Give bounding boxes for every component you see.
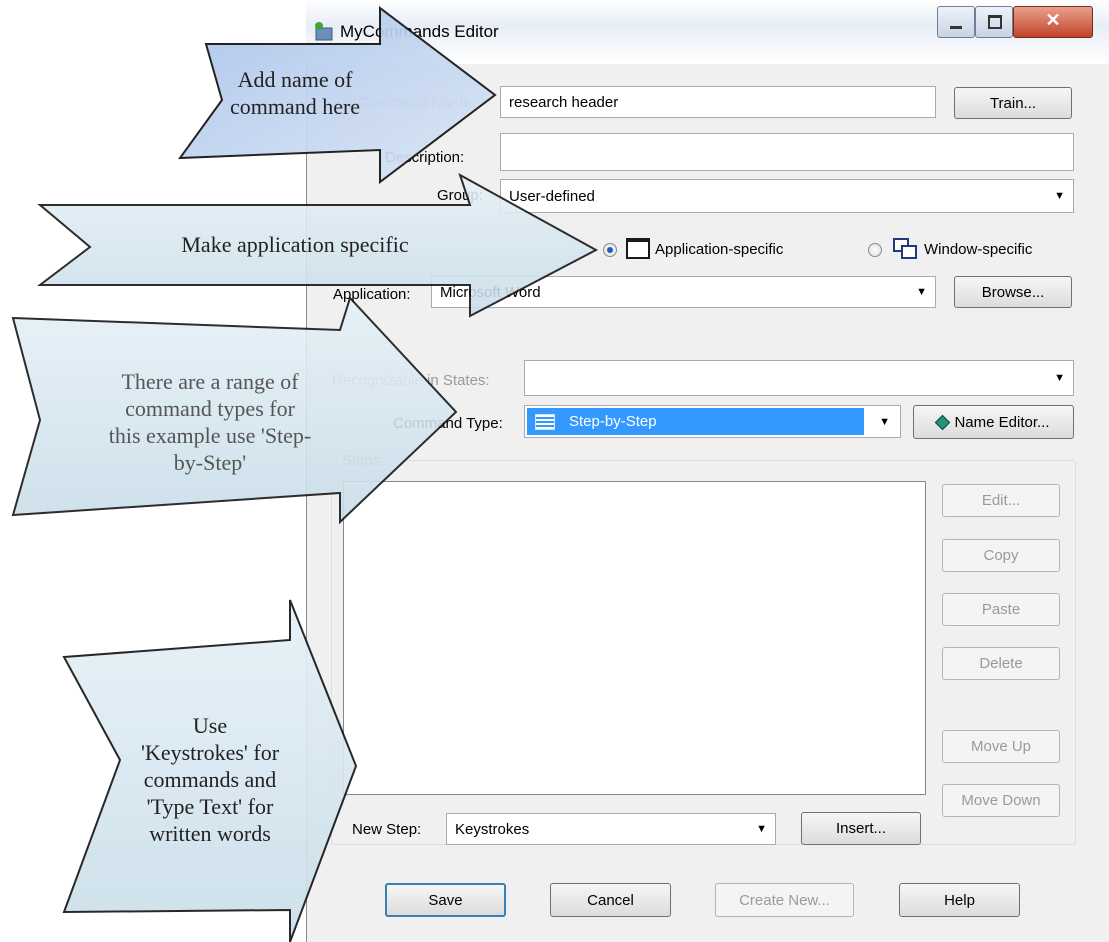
delete-button[interactable]: Delete: [942, 647, 1060, 680]
maximize-button[interactable]: [975, 6, 1013, 38]
callout-line: Use: [192, 713, 228, 738]
chevron-down-icon: ▼: [879, 415, 890, 428]
new-step-select[interactable]: Keystrokes ▼: [446, 813, 776, 845]
callout-line: command here: [229, 94, 361, 119]
command-type-value: Step-by-Step: [569, 413, 657, 430]
command-type-selection: Step-by-Step: [527, 408, 864, 435]
description-label: Description:: [385, 149, 465, 166]
callout-line: written words: [149, 821, 271, 846]
move-down-button[interactable]: Move Down: [942, 784, 1060, 817]
create-new-button[interactable]: Create New...: [715, 883, 854, 917]
chevron-down-icon: ▼: [1054, 190, 1065, 202]
window-specific-label[interactable]: Window-specific: [924, 241, 1032, 258]
callout-line: command types for: [125, 396, 295, 421]
callout-line: Make application specific: [181, 232, 409, 257]
callout-line: by-Step': [173, 450, 247, 475]
callout-line: There are a range of: [121, 369, 299, 394]
command-name-input[interactable]: research header: [500, 86, 936, 118]
diamond-icon: [935, 414, 951, 430]
save-button[interactable]: Save: [385, 883, 506, 917]
help-button[interactable]: Help: [899, 883, 1020, 917]
insert-button[interactable]: Insert...: [801, 812, 921, 845]
callout-line: 'Keystrokes' for: [140, 740, 280, 765]
name-editor-label: Name Editor...: [954, 413, 1050, 431]
recognizable-select[interactable]: ▼: [524, 360, 1074, 396]
maximize-icon: [988, 15, 1002, 29]
chevron-down-icon: ▼: [756, 823, 767, 835]
group-value: User-defined: [509, 187, 595, 205]
train-button[interactable]: Train...: [954, 87, 1072, 119]
close-icon: ✕: [1045, 10, 1061, 30]
window-title: MyCommands Editor: [340, 22, 499, 41]
window-specific-icon: [893, 238, 919, 260]
command-type-label: Command Type:: [393, 415, 503, 432]
group-label: Group:: [437, 187, 483, 204]
new-step-value: Keystrokes: [455, 820, 530, 838]
group-select[interactable]: User-defined ▼: [500, 179, 1074, 213]
application-label: Application:: [333, 286, 411, 303]
chevron-down-icon: ▼: [916, 286, 927, 298]
callout-keys-text: Use 'Keystrokes' for commands and 'Type …: [110, 712, 310, 847]
name-editor-button[interactable]: Name Editor...: [913, 405, 1074, 439]
app-icon: [312, 20, 334, 42]
application-specific-radio[interactable]: [603, 243, 617, 257]
callout-name-text: Add name of command here: [200, 66, 390, 120]
application-specific-label[interactable]: Application-specific: [655, 241, 783, 258]
steps-list[interactable]: [343, 481, 926, 795]
edit-button[interactable]: Edit...: [942, 484, 1060, 517]
description-input[interactable]: [500, 133, 1074, 171]
copy-button[interactable]: Copy: [942, 539, 1060, 572]
application-window-icon: [626, 238, 650, 259]
callout-line: 'Type Text' for: [146, 794, 274, 819]
callout-app-text: Make application specific: [100, 231, 490, 258]
application-value: Microsoft Word: [440, 283, 541, 301]
cancel-button[interactable]: Cancel: [550, 883, 671, 917]
close-button[interactable]: ✕: [1013, 6, 1093, 38]
minimize-button[interactable]: [937, 6, 975, 38]
paste-button[interactable]: Paste: [942, 593, 1060, 626]
window-specific-radio[interactable]: [868, 243, 882, 257]
chevron-down-icon: ▼: [1054, 372, 1065, 384]
list-icon: [535, 413, 555, 430]
move-up-button[interactable]: Move Up: [942, 730, 1060, 763]
new-step-label: New Step:: [352, 821, 422, 838]
callout-line: commands and: [143, 767, 277, 792]
callout-line: this example use 'Step-: [108, 423, 312, 448]
application-select[interactable]: Microsoft Word ▼: [431, 276, 936, 308]
browse-button[interactable]: Browse...: [954, 276, 1072, 308]
minimize-icon: [950, 26, 962, 29]
callout-line: Add name of: [237, 67, 353, 92]
callout-type-text: There are a range of command types for t…: [60, 368, 360, 476]
